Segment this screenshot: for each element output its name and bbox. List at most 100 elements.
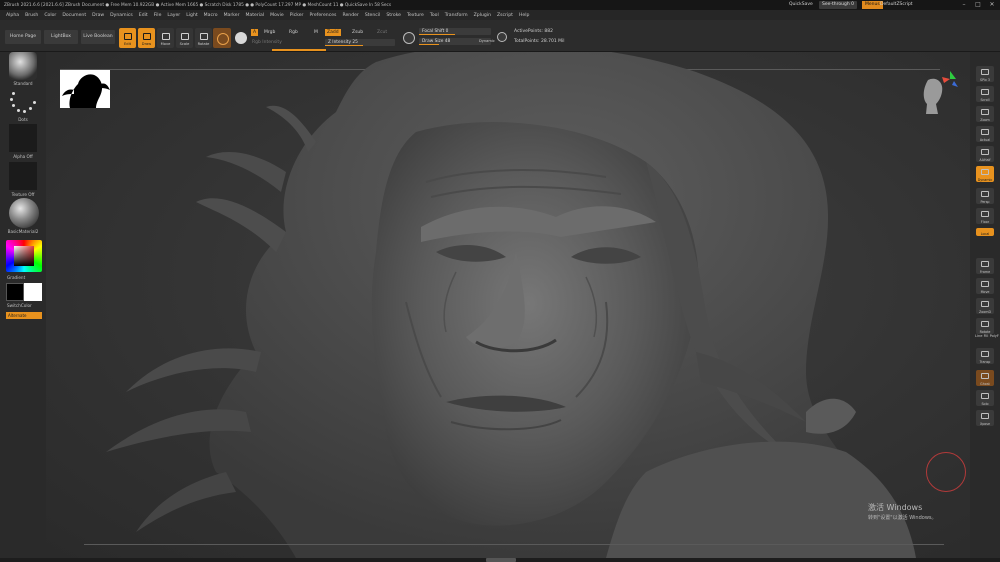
menu-macro[interactable]: Macro [204,13,218,18]
dynamic-icon-right [981,169,989,175]
spix-button[interactable]: SPix 3 [976,66,994,82]
gradient-label[interactable]: Gradient [0,275,46,280]
menu-help[interactable]: Help [519,13,529,18]
scale-mode-button[interactable]: Scale [176,28,193,48]
persp-button[interactable]: Persp [976,188,994,204]
aahalf-button[interactable]: AAHalf [976,146,994,162]
close-icon[interactable]: ✕ [988,1,996,9]
brush-label: Standard [13,81,33,86]
mrgb-button[interactable]: Mrgb [264,30,275,35]
texture-slot[interactable] [9,162,37,190]
bottom-bar [0,558,1000,562]
menu-zscript[interactable]: Zscript [497,13,513,18]
transp-button[interactable]: Transp [976,348,994,364]
ghost-button[interactable]: Ghost [976,370,994,386]
color-picker[interactable] [6,240,42,272]
menu-transform[interactable]: Transform [445,13,468,18]
viewport-canvas[interactable]: 激活 Windows 转到"设置"以激活 Windows。 [46,52,970,558]
dynamic-icon[interactable] [497,32,507,42]
maximize-icon[interactable]: □ [974,1,982,9]
floor-icon [981,211,989,217]
alternate-button[interactable]: Alternate [6,312,42,319]
a-button[interactable]: A [251,29,259,36]
zcut-button[interactable]: Zcut [377,30,387,35]
switch-color-button[interactable]: SwitchColor [0,303,46,308]
actual-button[interactable]: Actual [976,126,994,142]
zadd-button[interactable]: Zadd [325,29,341,36]
menu-picker[interactable]: Picker [290,13,304,18]
menu-alpha[interactable]: Alpha [6,13,19,18]
persp-label: Persp [980,200,990,204]
spix-label: SPix 3 [979,78,991,82]
draw-mode-button[interactable]: Draw [138,28,155,48]
menu-marker[interactable]: Marker [224,13,240,18]
rgb-button[interactable]: Rgb [289,30,298,35]
menu-brush[interactable]: Brush [25,13,38,18]
z-intensity-slider[interactable]: Z Intensity 25 [325,39,395,46]
rotate-view-button[interactable]: Rotate [976,318,994,334]
menu-movie[interactable]: Movie [270,13,284,18]
xpose-button[interactable]: Xpose [976,410,994,426]
rotate-view-icon [981,321,989,327]
basic-material-icon[interactable] [9,198,39,228]
draw-label: Draw [141,42,152,46]
zoom-button[interactable]: Zoom [976,106,994,122]
live-boolean-button[interactable]: Live Boolean [81,30,115,44]
menu-stencil[interactable]: Stencil [365,13,381,18]
quicksave-button[interactable]: QuickSave [789,2,813,7]
rgb-intensity-slider[interactable]: Rgb Intensity [252,40,282,45]
see-through-slider[interactable]: See-through 0 [819,1,857,9]
material-sphere-icon[interactable] [235,32,247,44]
menu-material[interactable]: Material [245,13,264,18]
solo-button[interactable]: Solo [976,390,994,406]
zsub-button[interactable]: Zsub [352,30,363,35]
menu-document[interactable]: Document [62,13,86,18]
menu-color[interactable]: Color [44,13,56,18]
menu-texture[interactable]: Texture [407,13,424,18]
dynamic-persp-button[interactable]: Dynamic [976,166,994,182]
floor-label: Floor [980,220,990,224]
color-picker-square[interactable] [14,246,34,266]
move-mode-button[interactable]: Move [157,28,174,48]
dynamic-button[interactable]: Dynamic [479,39,495,43]
zscript-selector[interactable]: DefaultZScript [880,2,913,7]
focal-shift-slider[interactable]: Focal Shift 0 [419,28,491,35]
menu-draw[interactable]: Draw [92,13,104,18]
menu-light[interactable]: Light [186,13,197,18]
move-view-button[interactable]: Move [976,278,994,294]
local-button[interactable]: Local [976,228,994,236]
menu-preferences[interactable]: Preferences [309,13,336,18]
scale-icon [180,33,189,40]
menu-stroke[interactable]: Stroke [386,13,401,18]
ghost-label: Ghost [980,382,990,386]
menu-tool[interactable]: Tool [430,13,439,18]
rotate-mode-button[interactable]: Rotate [195,28,212,48]
gizmo-button[interactable] [213,28,231,48]
alpha-slot[interactable] [9,124,37,152]
frame-button[interactable]: Frame [976,258,994,274]
brush-cursor [926,452,966,492]
focal-icon[interactable] [403,32,415,44]
standard-brush-icon[interactable] [9,52,37,80]
sculpt-mesh-render[interactable] [46,52,970,558]
main-color-swatch[interactable] [6,283,24,301]
menu-zplugin[interactable]: Zplugin [474,13,491,18]
menu-dynamics[interactable]: Dynamics [110,13,133,18]
minimize-icon[interactable]: – [960,1,968,9]
floor-button[interactable]: Floor [976,208,994,224]
menu-render[interactable]: Render [342,13,358,18]
axis-gizmo-icon[interactable] [940,69,960,91]
dots-stroke-icon[interactable] [9,88,37,116]
m-button[interactable]: M [314,30,318,35]
lightbox-button[interactable]: LightBox [44,30,78,44]
menu-layer[interactable]: Layer [167,13,180,18]
edit-mode-button[interactable]: Edit [119,28,136,48]
scroll-button[interactable]: Scroll [976,86,994,102]
secondary-color-swatch[interactable] [24,283,42,301]
home-page-button[interactable]: Home Page [5,30,41,44]
bottom-tray-grip[interactable] [486,558,516,562]
zoom-view-button[interactable]: ZoomD [976,298,994,314]
menu-file[interactable]: File [154,13,162,18]
menu-edit[interactable]: Edit [139,13,148,18]
polyframe-button[interactable]: Line Fill PolyF [975,334,999,338]
